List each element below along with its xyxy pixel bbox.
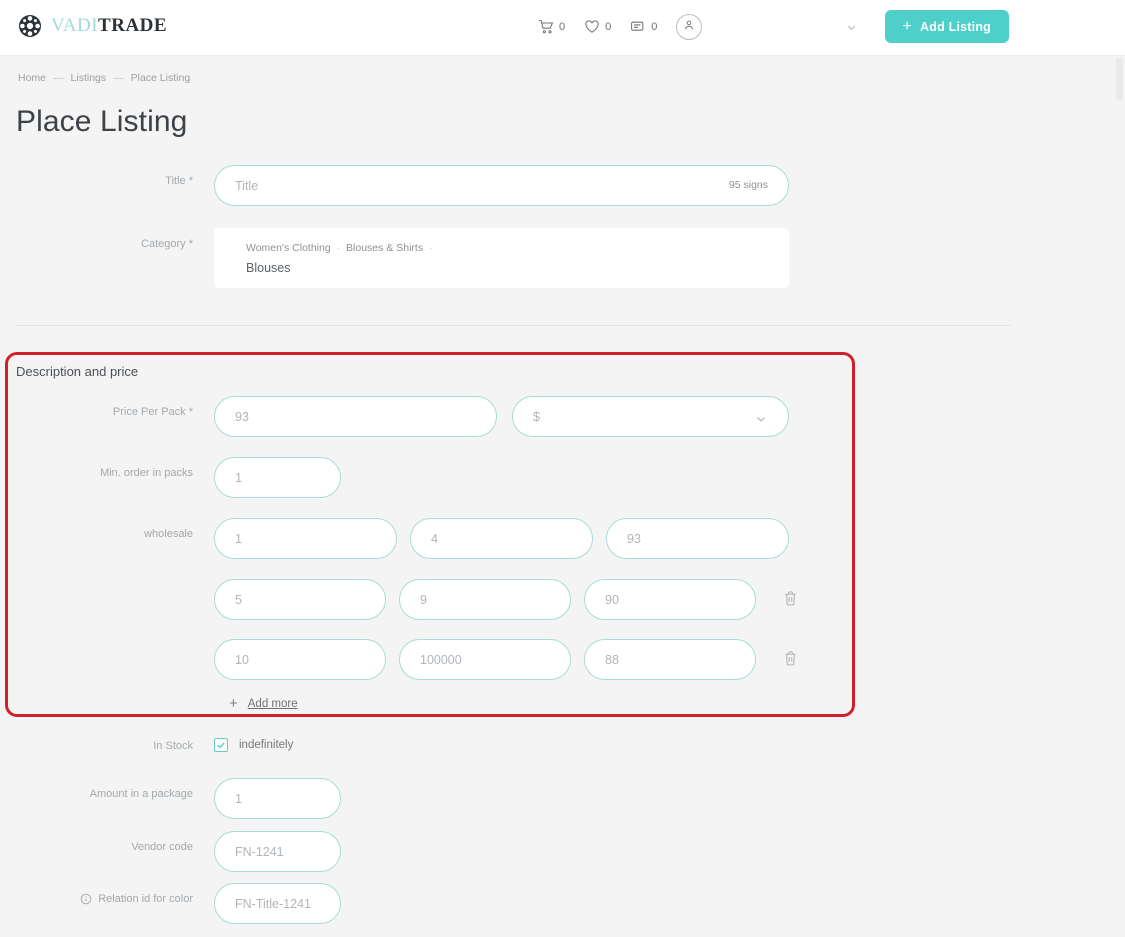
- title-char-counter: 95 signs: [728, 179, 768, 191]
- plus-icon: +: [902, 17, 913, 35]
- vendor-code-label: Vendor code: [131, 841, 193, 853]
- logo-text-secondary: TRADE: [98, 15, 168, 36]
- breadcrumb-item-home[interactable]: Home: [18, 72, 46, 84]
- logo[interactable]: VADITRADE: [18, 14, 167, 38]
- scrollbar[interactable]: [1116, 58, 1123, 100]
- messages-button[interactable]: 0: [630, 19, 657, 35]
- trash-icon: [783, 590, 798, 610]
- wholesale-price-input-1[interactable]: [606, 518, 789, 559]
- place-listing-page: VADITRADE 0 0 0 + Add Listing Home — Lis…: [0, 0, 1125, 937]
- title-label: Title *: [165, 175, 193, 187]
- in-stock-label: In Stock: [153, 740, 193, 752]
- user-icon: [682, 18, 696, 37]
- wholesale-label: wholesale: [144, 528, 193, 540]
- cart-count: 0: [559, 21, 566, 33]
- min-order-label: Min. order in packs: [100, 467, 193, 479]
- relation-id-input[interactable]: [214, 883, 341, 924]
- indefinitely-checkbox[interactable]: [214, 738, 228, 752]
- breadcrumb-separator: —: [113, 72, 124, 84]
- indefinitely-checkbox-row[interactable]: indefinitely: [214, 730, 293, 752]
- amount-in-package-row: Amount in a package: [18, 778, 341, 819]
- title-input[interactable]: [214, 165, 789, 206]
- logo-text-primary: VADI: [51, 15, 99, 36]
- wholesale-to-input-1[interactable]: [410, 518, 593, 559]
- favorites-button[interactable]: 0: [584, 19, 611, 35]
- relation-id-label: Relation id for color: [18, 883, 214, 909]
- category-row: Category * Women's Clothing · Blouses & …: [18, 228, 789, 288]
- required-marker: *: [188, 238, 193, 250]
- vendor-code-row: Vendor code: [18, 831, 341, 872]
- wholesale-to-input-3[interactable]: [399, 639, 571, 680]
- wholesale-from-input-2[interactable]: [214, 579, 386, 620]
- title-row: Title * 95 signs: [18, 165, 789, 206]
- wholesale-delete-button-3[interactable]: [777, 647, 803, 673]
- info-icon[interactable]: [80, 893, 92, 905]
- category-selector[interactable]: Women's Clothing · Blouses & Shirts · Bl…: [214, 228, 789, 288]
- relation-id-row: Relation id for color: [18, 883, 341, 924]
- price-per-pack-input[interactable]: [214, 396, 497, 437]
- wholesale-price-input-3[interactable]: [584, 639, 756, 680]
- wholesale-delete-button-2[interactable]: [777, 587, 803, 613]
- required-marker: *: [188, 406, 193, 418]
- wholesale-tier-row: [214, 518, 789, 559]
- category-path-separator: ·: [429, 242, 433, 254]
- breadcrumb-item-place-listing: Place Listing: [130, 72, 191, 84]
- app-header: VADITRADE 0 0 0 + Add Listing: [0, 0, 1125, 56]
- wholesale-tier-row: [214, 639, 803, 680]
- chevron-down-icon: [846, 20, 857, 37]
- message-icon: [630, 19, 646, 35]
- avatar[interactable]: [676, 14, 703, 40]
- category-path-separator: ·: [336, 242, 341, 254]
- trash-icon: [783, 650, 798, 670]
- min-order-row: Min. order in packs: [18, 457, 341, 498]
- category-path: Women's Clothing · Blouses & Shirts ·: [246, 241, 757, 256]
- breadcrumb-separator: —: [53, 72, 64, 84]
- category-selected: Blouses: [246, 260, 291, 275]
- header-icon-group: 0 0 0: [538, 14, 703, 40]
- wholesale-row-1: wholesale: [18, 518, 789, 559]
- min-order-input[interactable]: [214, 457, 341, 498]
- amount-in-package-input[interactable]: [214, 778, 341, 819]
- relation-id-label-text: Relation id for color: [98, 893, 193, 905]
- category-path-level-2: Blouses & Shirts: [346, 242, 424, 254]
- section-heading-description-and-price: Description and price: [16, 364, 139, 379]
- in-stock-row: In Stock indefinitely: [18, 730, 293, 753]
- add-more-button[interactable]: + Add more: [229, 696, 298, 711]
- cart-icon: [538, 19, 554, 35]
- category-label: Category *: [141, 238, 193, 250]
- wholesale-row-3: [214, 639, 803, 680]
- wholesale-from-input-1[interactable]: [214, 518, 397, 559]
- wholesale-to-input-2[interactable]: [399, 579, 571, 620]
- heart-icon: [584, 19, 600, 35]
- breadcrumb-item-listings[interactable]: Listings: [71, 72, 107, 84]
- account-menu-toggle[interactable]: [846, 20, 857, 38]
- price-per-pack-row: Price Per Pack *: [18, 396, 789, 437]
- wholesale-tier-row: [214, 579, 803, 620]
- category-path-level-1: Women's Clothing: [246, 242, 331, 254]
- price-per-pack-label: Price Per Pack *: [112, 406, 193, 418]
- add-more-label: Add more: [247, 697, 298, 710]
- page-title: Place Listing: [16, 105, 188, 138]
- wholesale-price-input-2[interactable]: [584, 579, 756, 620]
- add-listing-label: Add Listing: [920, 19, 991, 34]
- globe-grid-icon: [18, 14, 42, 38]
- vendor-code-input[interactable]: [214, 831, 341, 872]
- required-marker: *: [188, 175, 193, 187]
- cart-button[interactable]: 0: [538, 19, 565, 35]
- wholesale-row-2: [214, 579, 803, 620]
- breadcrumb: Home — Listings — Place Listing: [18, 72, 190, 84]
- amount-in-package-label: Amount in a package: [89, 788, 193, 800]
- favorites-count: 0: [605, 21, 612, 33]
- plus-icon: +: [229, 695, 238, 712]
- wholesale-from-input-3[interactable]: [214, 639, 386, 680]
- section-divider: [16, 325, 1010, 326]
- messages-count: 0: [651, 21, 658, 33]
- currency-select[interactable]: [512, 396, 789, 437]
- add-listing-button[interactable]: + Add Listing: [884, 10, 1009, 43]
- indefinitely-label: indefinitely: [239, 739, 294, 751]
